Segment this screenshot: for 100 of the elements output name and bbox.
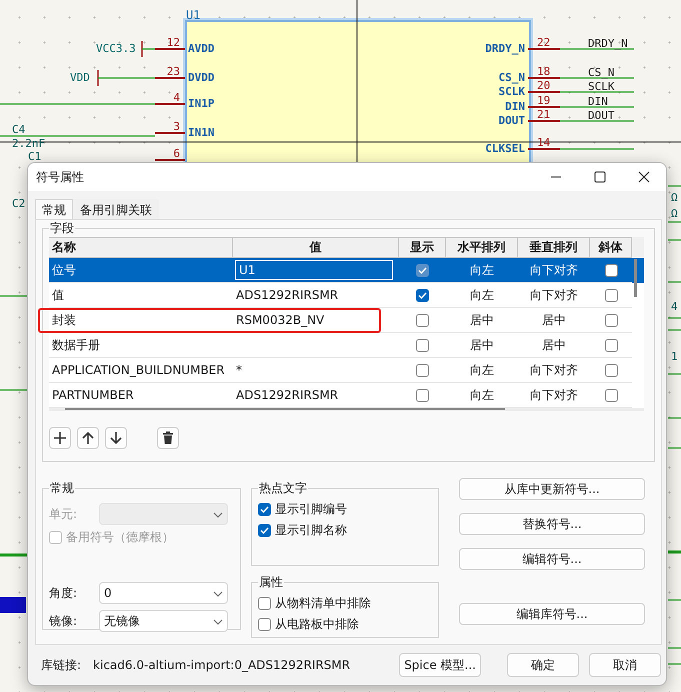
table-cell: 向左 [470,262,494,278]
symbol-body[interactable] [185,20,531,163]
checkbox[interactable] [416,288,429,302]
caret-icon [213,619,223,625]
pin-line [528,77,560,79]
power-label: VDD [70,72,90,83]
table-cell: 封装 [52,312,76,328]
column-header[interactable]: 名称 [49,237,233,258]
checkbox[interactable] [416,364,429,376]
table-cell: 位号 [52,262,76,278]
pin-name: CS_N [498,72,525,83]
button[interactable]: 编辑符号... [459,548,645,570]
table-cell: 向下对齐 [530,286,578,304]
table-cell: 居中 [470,336,494,354]
net-label: DOUT [588,110,614,121]
checkbox-label: 从物料清单中排除 [275,595,371,612]
checkbox-label: 显示引脚编号 [275,501,347,518]
pin-line [155,132,185,134]
add-icon[interactable] [49,427,71,449]
table-row[interactable]: 值 ADS1292RIRSMR 向左 向下对齐 [49,283,644,308]
wire [98,77,155,79]
checkbox[interactable] [604,388,618,402]
pin-number: 19 [537,95,550,106]
part-label: 4 [671,301,678,312]
checkbox[interactable] [258,524,271,537]
dropdown[interactable]: 0 [99,582,228,604]
checkbox[interactable] [416,338,429,352]
button[interactable]: 替换符号... [459,513,645,535]
table-row[interactable]: APPLICATION_BUILDNUMBER * 向左 向下对齐 [49,358,644,383]
caret-icon [213,512,223,518]
table-cell: 值 [52,286,64,304]
pin-number: 12 [166,37,180,48]
pin-line [528,106,560,108]
power-label: VCC3.3 [96,43,136,54]
pin-number: 22 [537,37,550,48]
arrow-down-icon[interactable] [105,427,127,449]
part-label: C4 [12,124,26,135]
checkbox[interactable] [416,264,429,276]
checkbox[interactable] [604,288,618,302]
pin-name: SCLK [498,86,525,97]
pin-line [155,77,185,79]
caret-icon [213,591,223,597]
table-cell: 向下对齐 [530,386,578,404]
checkbox[interactable] [258,503,271,516]
table-cell: 数据手册 [52,336,100,354]
checkbox[interactable] [416,314,429,326]
pin-line [155,103,185,105]
part-label: Ω [671,208,678,219]
table-row[interactable]: 位号 U1 向左 向下对齐 [49,258,644,283]
checkbox[interactable] [258,597,271,610]
checkbox[interactable] [604,314,618,326]
scrollbar[interactable] [634,259,637,297]
tab[interactable]: 常规 [35,199,73,219]
button[interactable]: Spice 模型... [399,653,481,677]
part-label: C1 [28,151,42,162]
checkbox[interactable] [416,388,429,402]
button[interactable]: 确定 [507,653,579,677]
table-cell: 居中 [542,336,566,354]
table-cell: 向下对齐 [530,262,578,278]
table-cell: APPLICATION_BUILDNUMBER [52,363,225,377]
reference-label: U1 [186,9,200,21]
checkbox[interactable] [258,618,271,631]
pin-name: DRDY_N [485,43,525,54]
pin-number: 20 [537,80,550,91]
button[interactable]: 从库中更新符号... [459,478,645,500]
field-label: 角度: [49,584,78,602]
checkbox[interactable] [604,338,618,352]
group-title: 属性 [258,574,284,591]
scrollbar[interactable] [65,408,505,410]
part-label: 1 [671,351,678,362]
pin-line [528,48,560,50]
table-cell: ADS1292RIRSMR [236,288,338,302]
field-label: 单元: [49,506,78,522]
table-cell: 向左 [470,386,494,404]
button[interactable]: 取消 [589,653,661,677]
trash-icon[interactable] [157,427,179,449]
close-icon [638,171,650,183]
table-cell: 向左 [470,286,494,304]
table-row[interactable]: 数据手册 居中 居中 [49,333,644,358]
wire [142,48,155,50]
dropdown[interactable]: 无镜像 [99,610,228,632]
button[interactable]: 编辑库符号... [459,603,645,625]
table-cell: RSM0032B_NV [236,313,324,327]
table-cell: 向下对齐 [530,362,578,378]
pin-name: DOUT [498,115,525,126]
net-label: CS_N [588,67,614,78]
table-row[interactable]: PARTNUMBER ADS1292RIRSMR 向左 向下对齐 [49,383,644,408]
part-label: Ω [671,192,678,203]
group-title: 热点文字 [258,480,308,497]
arrow-up-icon[interactable] [77,427,99,449]
dialog-title: 符号属性 [36,168,85,186]
net-label: DIN [588,96,608,107]
table-cell: ADS1292RIRSMR [236,388,338,402]
checkbox[interactable] [604,264,618,276]
column-header[interactable]: 值 [233,237,399,258]
net-label: DRDY_N [588,38,628,49]
checkbox[interactable] [604,364,618,376]
pin-number: 3 [173,121,180,132]
pin-number: 4 [173,92,180,103]
library-link-label: 库链接: [41,656,82,674]
